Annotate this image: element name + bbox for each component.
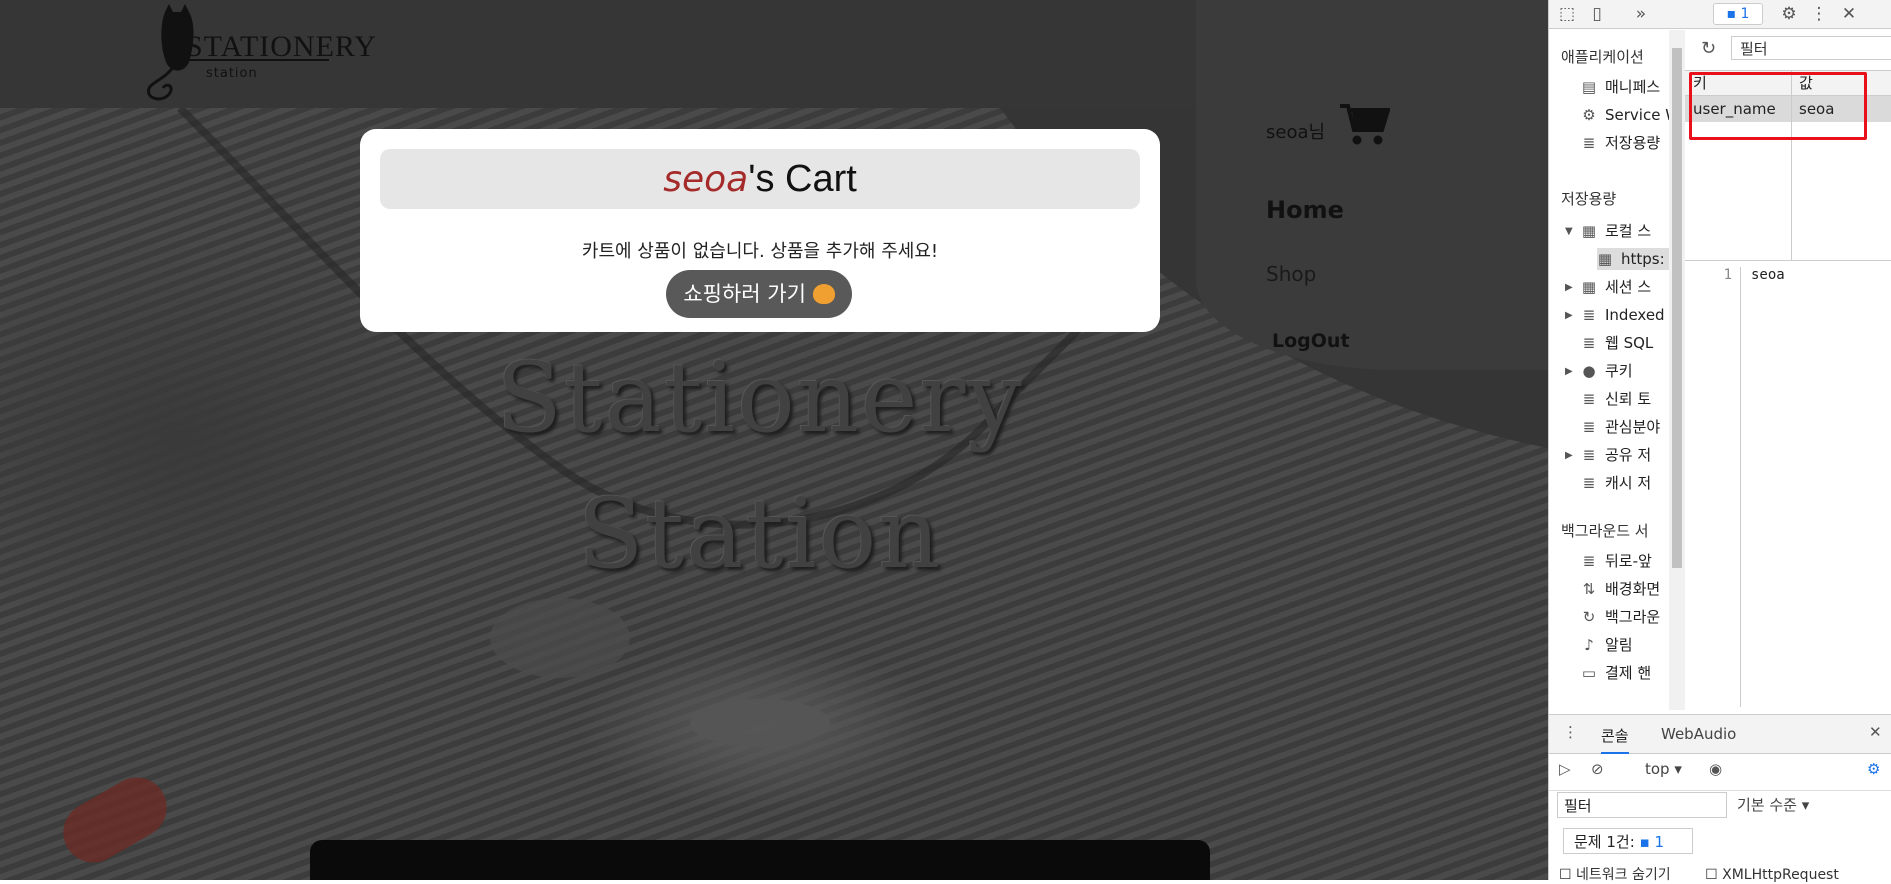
value-preview-pane: 1 seoa (1685, 260, 1891, 711)
devtools-toolbar: ⬚ ▯ » ▪ 1 ⚙ ⋮ ✕ (1549, 0, 1891, 29)
side-nav-panel (1196, 0, 1548, 370)
storage-filter-input[interactable]: 필터 (1731, 36, 1891, 60)
sidebar-item-background-sync[interactable]: ↻ 백그라운 (1581, 606, 1661, 628)
cat-face-icon (812, 284, 835, 304)
drawer-menu-icon[interactable]: ⋮ (1563, 723, 1578, 741)
cart-empty-message: 카트에 상품이 없습니다. 상품을 추가해 주세요! (581, 241, 939, 262)
collapse-arrow-icon[interactable]: ▶ (1565, 366, 1573, 377)
eye-icon[interactable]: ◉ (1709, 760, 1722, 778)
up-down-arrows-icon: ⇅ (1582, 580, 1596, 598)
issues-counter[interactable]: 문제 1건: ▪ 1 (1563, 828, 1693, 854)
database-icon: ≣ (1582, 306, 1596, 324)
sidebar-item-trust-tokens[interactable]: ≣ 신뢰 토 (1581, 388, 1651, 410)
grid-icon: ▦ (1597, 250, 1613, 268)
collapse-arrow-icon[interactable]: ▶ (1565, 310, 1573, 321)
sidebar-item-local-storage[interactable]: ▦ 로컬 스 (1581, 220, 1651, 242)
grid-icon: ▦ (1581, 222, 1597, 240)
tab-webaudio[interactable]: WebAudio (1661, 725, 1736, 743)
database-icon: ≣ (1582, 134, 1596, 152)
logo-subtitle: station (206, 66, 258, 81)
sidebar-item-origin[interactable]: ▦ https: (1597, 248, 1669, 270)
expand-arrow-icon[interactable]: ▼ (1565, 226, 1573, 237)
database-icon: ≣ (1582, 390, 1596, 408)
website-viewport: STATIONERY station X seoa님 Home Shop Log… (0, 0, 1548, 880)
sidebar-item-service-worker[interactable]: ⚙Service W (1581, 104, 1669, 126)
sidebar-item-manifest[interactable]: ▤ 매니페스 (1581, 76, 1660, 98)
sidebar-toggle-icon[interactable]: ▷ (1559, 760, 1571, 778)
close-drawer-icon[interactable]: ✕ (1869, 723, 1882, 741)
hero-title: Stationery Station (410, 330, 1110, 602)
device-toggle-icon[interactable]: ▯ (1585, 2, 1609, 26)
database-icon: ≣ (1582, 552, 1596, 570)
logo-text: STATIONERY (186, 30, 377, 63)
cookie-icon: ● (1582, 362, 1596, 380)
console-settings-icon[interactable]: ⚙ (1867, 760, 1880, 778)
sidebar-item-payment-handler[interactable]: ▭ 결제 핸 (1581, 662, 1651, 684)
hide-network-checkbox[interactable]: ☐ 네트워크 숨기기 (1559, 867, 1671, 883)
console-options-row: ☐ 네트워크 숨기기 ☐ XMLHttpRequest (1559, 864, 1839, 884)
console-toolbar: ▷ ⊘ top ▾ ◉ ⚙ (1549, 752, 1891, 791)
user-greeting: seoa님 (1266, 122, 1326, 143)
file-icon: ▤ (1581, 78, 1597, 96)
sidebar-item-storage[interactable]: ≣ 저장용량 (1581, 132, 1661, 154)
sidebar-item-indexeddb[interactable]: ≣ Indexed (1581, 304, 1665, 326)
inspect-element-icon[interactable]: ⬚ (1555, 2, 1579, 26)
database-icon: ≣ (1582, 474, 1596, 492)
cart-user-name: seoa (663, 159, 749, 200)
app-section-label: 애플리케이션 (1561, 48, 1644, 66)
tab-console[interactable]: 콘솔 (1601, 725, 1629, 754)
xhr-checkbox[interactable]: ☐ XMLHttpRequest (1705, 867, 1839, 883)
background-section-label: 백그라운드 서 (1561, 522, 1649, 540)
go-shopping-button[interactable]: 쇼핑하러 가기 (666, 270, 852, 318)
console-filter-input[interactable]: 필터 (1557, 792, 1727, 818)
red-highlight-box (1689, 72, 1867, 140)
sidebar-item-shared-storage[interactable]: ≣ 공유 저 (1581, 444, 1651, 466)
clear-console-icon[interactable]: ⊘ (1591, 760, 1604, 778)
bell-icon: ♪ (1584, 636, 1594, 654)
log-level-select[interactable]: 기본 수준 ▾ (1737, 794, 1809, 815)
sidebar-vertical-scrollbar[interactable] (1669, 30, 1685, 710)
settings-gear-icon[interactable]: ⚙ (1777, 2, 1801, 26)
nav-shop-link[interactable]: Shop (1266, 262, 1316, 286)
refresh-icon[interactable]: ↻ (1701, 38, 1716, 59)
cart-modal: seoa's Cart 카트에 상품이 없습니다. 상품을 추가해 주세요! 쇼… (360, 129, 1160, 332)
nav-home-link[interactable]: Home (1266, 196, 1344, 224)
sidebar-item-interest-groups[interactable]: ≣ 관심분야 (1581, 416, 1661, 438)
issues-badge[interactable]: ▪ 1 (1713, 3, 1763, 25)
sidebar-item-notifications[interactable]: ♪ 알림 (1581, 634, 1632, 656)
nav-logout-link[interactable]: LogOut (1272, 330, 1350, 352)
more-tabs-icon[interactable]: » (1629, 2, 1653, 26)
kebab-menu-icon[interactable]: ⋮ (1807, 2, 1831, 26)
cart-modal-title: seoa's Cart (380, 149, 1140, 209)
preview-value: seoa (1751, 267, 1785, 283)
sync-icon: ↻ (1582, 608, 1596, 626)
card-icon: ▭ (1581, 664, 1597, 682)
application-sidebar: 애플리케이션 ▤매니페스 ⚙Service W ≣저장용량 저장용량 ▼ ▦로컬… (1549, 30, 1669, 710)
storage-section-label: 저장용량 (1561, 190, 1617, 208)
gear-icon: ⚙ (1582, 106, 1596, 124)
database-icon: ≣ (1582, 418, 1596, 436)
sidebar-item-background-fetch[interactable]: ⇅ 배경화면 (1581, 578, 1661, 600)
sidebar-item-web-sql[interactable]: ≣ 웹 SQL (1581, 332, 1654, 354)
hero-title-line1: Stationery (496, 342, 1024, 454)
close-devtools-icon[interactable]: ✕ (1837, 2, 1861, 26)
hero-title-line2: Station (577, 478, 943, 590)
sidebar-item-session-storage[interactable]: ▦ 세션 스 (1581, 276, 1651, 298)
go-shopping-label: 쇼핑하러 가기 (683, 282, 806, 306)
sidebar-item-cache-storage[interactable]: ≣ 캐시 저 (1581, 472, 1651, 494)
context-select[interactable]: top ▾ (1645, 760, 1682, 778)
sidebar-item-back-forward-cache[interactable]: ≣ 뒤로-앞 (1581, 550, 1652, 572)
collapse-arrow-icon[interactable]: ▶ (1565, 282, 1573, 293)
sidebar-item-cookies[interactable]: ● 쿠키 (1581, 360, 1632, 382)
cart-icon[interactable] (1338, 100, 1390, 148)
database-icon: ≣ (1582, 446, 1596, 464)
cart-title-suffix: 's Cart (748, 158, 857, 200)
line-number: 1 (1685, 267, 1741, 707)
bottom-dark-bar (310, 840, 1210, 880)
drawer-tab-bar: ⋮ 콘솔 WebAudio ✕ (1549, 714, 1891, 754)
database-icon: ≣ (1582, 334, 1596, 352)
collapse-arrow-icon[interactable]: ▶ (1565, 450, 1573, 461)
grid-icon: ▦ (1581, 278, 1597, 296)
devtools-panel: ⬚ ▯ » ▪ 1 ⚙ ⋮ ✕ 애플리케이션 ▤매니페스 ⚙Service W … (1548, 0, 1891, 883)
